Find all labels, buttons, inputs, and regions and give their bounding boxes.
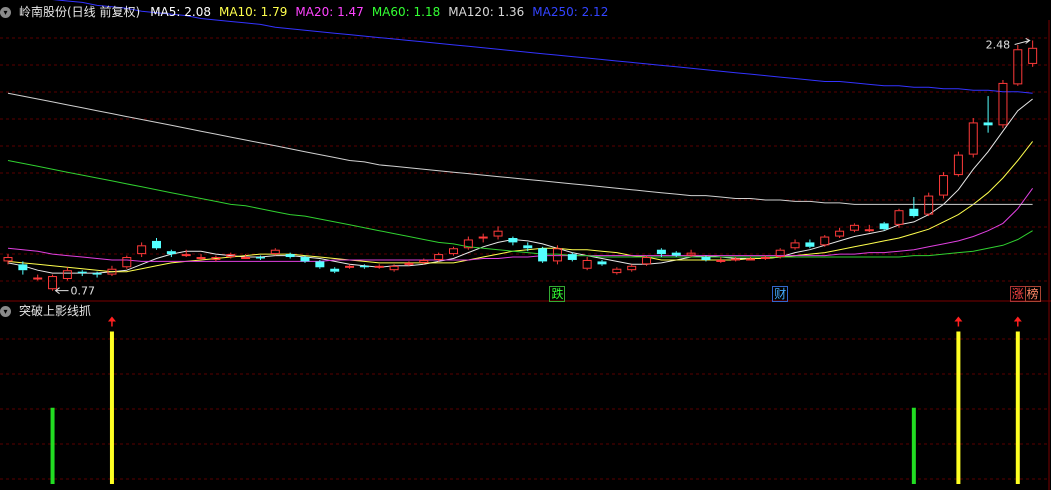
event-tag[interactable]: 跌 [549, 286, 566, 302]
candle-body [478, 236, 488, 239]
candle-body [746, 258, 755, 261]
event-tag[interactable]: 涨 [1009, 286, 1026, 302]
candle-body [18, 264, 28, 271]
candle-body [166, 251, 176, 255]
stock-title[interactable]: 岭南股份(日线 前复权) [19, 5, 140, 19]
candle-body [864, 229, 874, 232]
ma-legend-item: MA250: 2.12 [532, 5, 609, 19]
yellow-signal-bar [1015, 331, 1020, 484]
candle-body [671, 252, 681, 256]
candle-body [508, 238, 518, 243]
candle-body [374, 265, 384, 268]
main-chart-header: ▾ 岭南股份(日线 前复权) MA5: 2.08 MA10: 1.79 MA20: 1.… [0, 2, 624, 22]
candle-body [330, 268, 340, 272]
indicator-title[interactable]: 突破上影线抓 [19, 304, 91, 318]
candle-body [760, 257, 770, 260]
candle-body [701, 257, 711, 260]
candle-body [315, 261, 325, 268]
down-candle [538, 246, 548, 263]
event-tag[interactable]: 财 [772, 286, 789, 302]
candle-body [523, 245, 533, 249]
candle-body [731, 258, 741, 261]
candle-body [33, 277, 43, 280]
ma-legend-item: MA120: 1.36 [448, 5, 525, 19]
candle-body [656, 249, 666, 255]
candle-body [241, 257, 251, 260]
candle-body [77, 271, 87, 274]
green-signal-bar [50, 407, 55, 484]
candle-body [345, 265, 355, 268]
ma-legend-item: MA10: 1.79 [218, 5, 288, 19]
candle-body [597, 261, 607, 265]
ma-legend-item: MA5: 2.08 [150, 5, 211, 19]
ma-legend-item: MA20: 1.47 [295, 5, 364, 19]
candle-body [716, 259, 726, 262]
ma-legend-item: MA60: 1.18 [371, 5, 441, 19]
green-signal-bar [911, 407, 916, 484]
candle-body [92, 273, 102, 275]
candle-body [359, 265, 369, 268]
candle-body [879, 223, 889, 230]
candle-body [404, 262, 414, 265]
low-price-label: 0.77 [71, 285, 96, 298]
candle-body [909, 208, 919, 217]
high-price-label: 2.48 [986, 38, 1011, 51]
candle-body [805, 242, 815, 247]
candle-body [983, 122, 993, 126]
candle-body [152, 240, 161, 249]
chevron-down-icon[interactable]: ▾ [0, 306, 11, 317]
candle-body [181, 254, 191, 257]
candle-body [538, 248, 548, 262]
chevron-down-icon[interactable]: ▾ [0, 7, 11, 18]
candle-body [567, 254, 577, 260]
ma-legend: MA5: 2.08 MA10: 1.79 MA20: 1.47 MA60: 1.18 M… [150, 5, 616, 19]
yellow-signal-bar [956, 331, 961, 484]
candle-body [196, 257, 206, 260]
indicator-header: ▾ 突破上影线抓 [0, 301, 99, 321]
yellow-signal-bar [109, 331, 114, 484]
event-tag[interactable]: 榜 [1024, 286, 1041, 302]
candle-body [255, 257, 265, 259]
candle-body [300, 257, 310, 262]
kline-chart-canvas[interactable]: 2.48 0.77 [0, 0, 1051, 490]
candle-body [285, 254, 295, 258]
